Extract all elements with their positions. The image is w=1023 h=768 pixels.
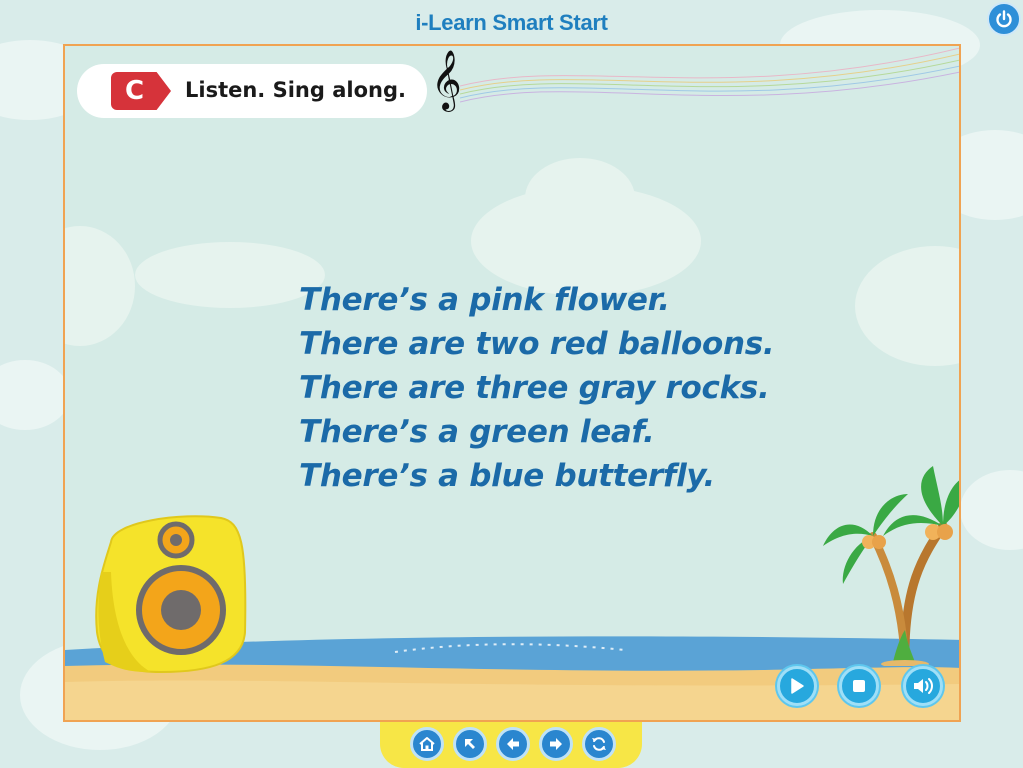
instruction-banner: C Listen. Sing along.: [77, 64, 427, 118]
lyric-line: There’s a blue butterfly.: [299, 458, 715, 494]
volume-icon: [914, 678, 933, 694]
music-staff-decoration: [460, 47, 959, 103]
song-lyrics: There’s a pink flower. There are two red…: [299, 278, 775, 498]
refresh-icon: [592, 737, 606, 751]
stage-cloud: [855, 246, 959, 366]
background-cloud: [960, 470, 1023, 550]
power-icon: [996, 10, 1012, 28]
treble-clef-icon: 𝄞: [431, 50, 462, 110]
lyric-line: There’s a green leaf.: [299, 414, 655, 450]
play-button[interactable]: [777, 666, 817, 706]
stage-cloud: [65, 226, 135, 346]
navigation-bar: [380, 722, 642, 768]
back-button[interactable]: [496, 727, 530, 761]
home-button[interactable]: [410, 727, 444, 761]
lyric-line: There are three gray rocks.: [299, 370, 770, 406]
play-icon: [791, 678, 804, 694]
lyric-line: There are two red balloons.: [299, 326, 775, 362]
replay-button[interactable]: [582, 727, 616, 761]
activity-badge: C: [111, 72, 171, 110]
stage-cloud: [525, 158, 635, 238]
arrow-right-icon: [550, 738, 562, 750]
arrow-left-icon: [507, 738, 519, 750]
menu-button[interactable]: [453, 727, 487, 761]
stop-button[interactable]: [839, 666, 879, 706]
speaker-illustration: [95, 515, 247, 674]
volume-button[interactable]: [903, 666, 943, 706]
arrow-up-left-icon: [465, 739, 475, 749]
stop-icon: [853, 680, 865, 692]
background-cloud: [0, 360, 70, 430]
activity-stage: C Listen. Sing along. 𝄞 There’s a pink f…: [63, 44, 961, 722]
app-title: i-Learn Smart Start: [415, 10, 608, 35]
stage-cloud: [135, 242, 325, 308]
instruction-text: Listen. Sing along.: [185, 78, 406, 102]
lyric-line: There’s a pink flower.: [299, 282, 670, 318]
power-button[interactable]: [987, 2, 1021, 36]
next-button[interactable]: [539, 727, 573, 761]
home-icon: [419, 737, 435, 751]
palm-tree-illustration: [823, 466, 959, 666]
